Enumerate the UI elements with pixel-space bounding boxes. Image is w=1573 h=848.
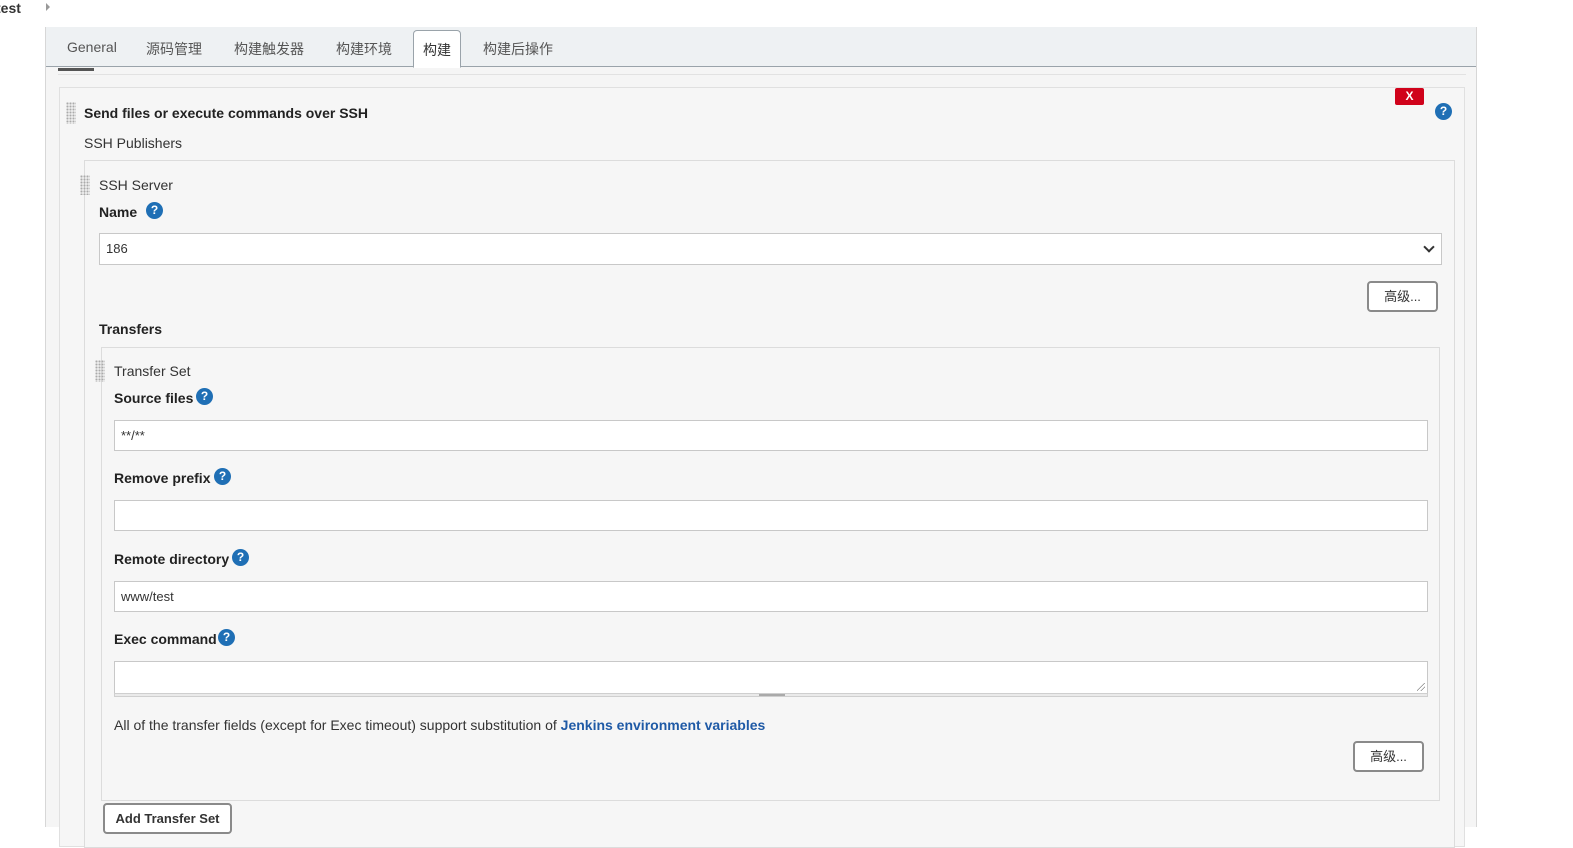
- remove-prefix-input[interactable]: [114, 500, 1428, 531]
- drag-handle-icon[interactable]: [66, 102, 76, 124]
- server-name-label: Name: [99, 204, 138, 220]
- drag-handle-icon[interactable]: [80, 175, 90, 195]
- tab-general[interactable]: General: [67, 39, 117, 55]
- substitution-note: All of the transfer fields (except for E…: [114, 717, 765, 733]
- server-advanced-button[interactable]: 高级...: [1367, 281, 1438, 312]
- jenkins-env-vars-link[interactable]: Jenkins environment variables: [561, 717, 766, 733]
- grip-icon: [759, 694, 785, 696]
- transfers-label: Transfers: [99, 321, 163, 337]
- ssh-server-heading: SSH Server: [99, 177, 173, 193]
- remote-directory-input[interactable]: www/test: [114, 581, 1428, 612]
- step-title: Send files or execute commands over SSH: [84, 105, 368, 121]
- tab-build-triggers[interactable]: 构建触发器: [234, 39, 304, 59]
- transfer-set-block: Transfer Set Source files ? **/** Remove…: [95, 347, 1440, 801]
- transfer-advanced-button[interactable]: 高级...: [1353, 741, 1424, 772]
- build-step-ssh: Send files or execute commands over SSH …: [59, 87, 1465, 848]
- tab-scm[interactable]: 源码管理: [146, 39, 202, 59]
- section-heading-partial: [58, 67, 94, 71]
- source-files-help-icon[interactable]: ?: [196, 388, 213, 405]
- tab-bar: General 源码管理 构建触发器 构建环境 构建 构建后操作: [46, 27, 1476, 68]
- server-name-help-icon[interactable]: ?: [146, 202, 163, 219]
- substitution-note-text: All of the transfer fields (except for E…: [114, 717, 561, 733]
- tab-build-environment[interactable]: 构建环境: [336, 39, 392, 59]
- drag-handle-icon[interactable]: [95, 360, 105, 382]
- tab-build[interactable]: 构建: [413, 30, 461, 68]
- section-divider: [58, 74, 1466, 75]
- remove-prefix-label: Remove prefix: [114, 470, 211, 486]
- transfer-set-heading: Transfer Set: [114, 363, 191, 379]
- step-help-icon[interactable]: ?: [1435, 103, 1452, 120]
- publishers-label: SSH Publishers: [84, 135, 183, 151]
- add-transfer-set-button[interactable]: Add Transfer Set: [103, 803, 232, 834]
- remote-directory-help-icon[interactable]: ?: [232, 549, 249, 566]
- breadcrumb-arrow-icon[interactable]: [46, 3, 50, 11]
- breadcrumb-item[interactable]: test: [0, 0, 21, 16]
- chevron-down-icon: [1423, 241, 1435, 253]
- ssh-server-block: SSH Server Name ? 186 高级... Transfers Tr…: [80, 160, 1455, 848]
- resize-grip-icon[interactable]: [1417, 683, 1425, 691]
- exec-command-help-icon[interactable]: ?: [218, 629, 235, 646]
- tab-post-build[interactable]: 构建后操作: [483, 39, 553, 59]
- exec-command-textarea[interactable]: [114, 661, 1428, 694]
- source-files-input[interactable]: **/**: [114, 420, 1428, 451]
- source-files-label: Source files: [114, 390, 194, 406]
- exec-command-label: Exec command: [114, 631, 217, 647]
- config-panel: General 源码管理 构建触发器 构建环境 构建 构建后操作 Send fi…: [45, 27, 1477, 848]
- top-bar: test: [0, 0, 1573, 27]
- remote-directory-label: Remote directory: [114, 551, 230, 567]
- remove-prefix-help-icon[interactable]: ?: [214, 468, 231, 485]
- delete-step-button[interactable]: X: [1395, 88, 1424, 105]
- textarea-expand-handle[interactable]: [114, 693, 1428, 697]
- server-name-value: 186: [106, 241, 128, 256]
- server-name-select[interactable]: 186: [99, 233, 1442, 265]
